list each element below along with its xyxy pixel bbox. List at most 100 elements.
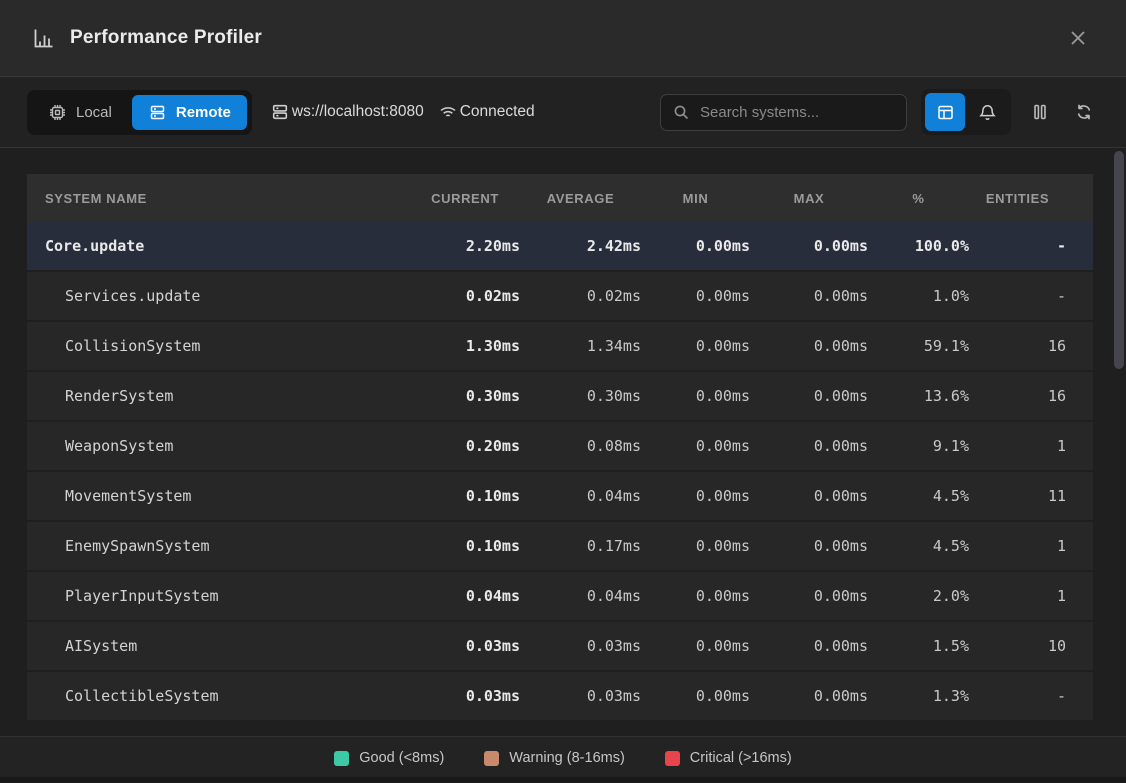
- entities-cell: -: [969, 287, 1066, 305]
- system-name-cell: CollectibleSystem: [27, 687, 410, 705]
- max-cell: 0.00ms: [750, 287, 868, 305]
- legend-item: Good (<8ms): [334, 750, 444, 766]
- column-header[interactable]: MIN: [641, 191, 750, 206]
- current-cell: 0.02ms: [410, 287, 520, 305]
- pause-icon: [1030, 102, 1050, 122]
- titlebar: Performance Profiler: [0, 0, 1126, 77]
- min-cell: 0.00ms: [641, 437, 750, 455]
- legend-item: Critical (>16ms): [665, 750, 792, 766]
- table-row[interactable]: MovementSystem 0.10ms 0.04ms 0.00ms 0.00…: [27, 472, 1093, 520]
- connection-url: ws://localhost:8080: [270, 102, 424, 122]
- min-cell: 0.00ms: [641, 537, 750, 555]
- max-cell: 0.00ms: [750, 687, 868, 705]
- table-row[interactable]: RenderSystem 0.30ms 0.30ms 0.00ms 0.00ms…: [27, 372, 1093, 420]
- average-cell: 2.42ms: [520, 237, 641, 255]
- min-cell: 0.00ms: [641, 687, 750, 705]
- performance-profiler-window: Performance Profiler Local: [0, 0, 1126, 783]
- search-input[interactable]: [700, 104, 894, 121]
- average-cell: 0.03ms: [520, 637, 641, 655]
- percent-cell: 2.0%: [868, 587, 969, 605]
- table-row[interactable]: CollisionSystem 1.30ms 1.34ms 0.00ms 0.0…: [27, 322, 1093, 370]
- table-row[interactable]: Core.update 2.20ms 2.42ms 0.00ms 0.00ms …: [27, 222, 1093, 270]
- bar-chart-icon: [32, 27, 54, 49]
- entities-cell: 1: [969, 437, 1066, 455]
- pause-button[interactable]: [1025, 93, 1055, 131]
- refresh-icon: [1074, 102, 1094, 122]
- table-row[interactable]: CollectibleSystem 0.03ms 0.03ms 0.00ms 0…: [27, 672, 1093, 720]
- table-row[interactable]: WeaponSystem 0.20ms 0.08ms 0.00ms 0.00ms…: [27, 422, 1093, 470]
- systems-table: SYSTEM NAME CURRENT AVERAGE MIN MAX % EN…: [27, 174, 1093, 720]
- column-header[interactable]: ENTITIES: [969, 191, 1066, 206]
- local-mode-button[interactable]: Local: [32, 95, 128, 130]
- table-header: SYSTEM NAME CURRENT AVERAGE MIN MAX % EN…: [27, 174, 1093, 222]
- content-area: SYSTEM NAME CURRENT AVERAGE MIN MAX % EN…: [0, 148, 1126, 736]
- connection-mode-switch: Local Remote: [27, 90, 252, 135]
- table-view-icon: [936, 103, 955, 122]
- min-cell: 0.00ms: [641, 337, 750, 355]
- view-toggle-group: [921, 89, 1011, 135]
- toolbar: Local Remote: [0, 77, 1126, 148]
- current-cell: 0.03ms: [410, 687, 520, 705]
- table-row[interactable]: EnemySpawnSystem 0.10ms 0.17ms 0.00ms 0.…: [27, 522, 1093, 570]
- entities-cell: 1: [969, 537, 1066, 555]
- min-cell: 0.00ms: [641, 487, 750, 505]
- scrollbar-thumb[interactable]: [1114, 151, 1124, 369]
- legend-label: Warning (8-16ms): [509, 750, 625, 766]
- system-name-cell: PlayerInputSystem: [27, 587, 410, 605]
- column-header[interactable]: MAX: [750, 191, 868, 206]
- search-box: [660, 94, 907, 131]
- page-title: Performance Profiler: [70, 27, 262, 49]
- entities-cell: 16: [969, 387, 1066, 405]
- refresh-button[interactable]: [1069, 93, 1099, 131]
- remote-mode-button[interactable]: Remote: [132, 95, 247, 130]
- average-cell: 0.04ms: [520, 587, 641, 605]
- toolbar-right: [660, 89, 1099, 135]
- current-cell: 0.30ms: [410, 387, 520, 405]
- column-header[interactable]: AVERAGE: [520, 191, 641, 206]
- table-body: Core.update 2.20ms 2.42ms 0.00ms 0.00ms …: [27, 222, 1093, 720]
- entities-cell: 11: [969, 487, 1066, 505]
- connection-status: Connected: [438, 102, 535, 122]
- scrollbar-track: [1112, 148, 1126, 736]
- column-header[interactable]: SYSTEM NAME: [27, 191, 410, 206]
- system-name-cell: Services.update: [27, 287, 410, 305]
- legend-swatch: [334, 751, 349, 766]
- max-cell: 0.00ms: [750, 387, 868, 405]
- system-name-cell: CollisionSystem: [27, 337, 410, 355]
- max-cell: 0.00ms: [750, 587, 868, 605]
- average-cell: 1.34ms: [520, 337, 641, 355]
- percent-cell: 1.0%: [868, 287, 969, 305]
- table-row[interactable]: AISystem 0.03ms 0.03ms 0.00ms 0.00ms 1.5…: [27, 622, 1093, 670]
- connection-info: ws://localhost:8080 Connected: [270, 102, 535, 122]
- min-cell: 0.00ms: [641, 587, 750, 605]
- max-cell: 0.00ms: [750, 537, 868, 555]
- search-icon: [673, 104, 690, 121]
- percent-cell: 4.5%: [868, 537, 969, 555]
- table-view-button[interactable]: [925, 93, 965, 131]
- column-header[interactable]: CURRENT: [410, 191, 520, 206]
- entities-cell: 10: [969, 637, 1066, 655]
- notifications-button[interactable]: [967, 93, 1007, 131]
- min-cell: 0.00ms: [641, 287, 750, 305]
- cpu-chip-icon: [48, 103, 67, 122]
- min-cell: 0.00ms: [641, 637, 750, 655]
- max-cell: 0.00ms: [750, 237, 868, 255]
- legend-label: Critical (>16ms): [690, 750, 792, 766]
- local-label: Local: [76, 104, 112, 121]
- system-name-cell: RenderSystem: [27, 387, 410, 405]
- system-name-cell: AISystem: [27, 637, 410, 655]
- percent-cell: 4.5%: [868, 487, 969, 505]
- percent-cell: 9.1%: [868, 437, 969, 455]
- max-cell: 0.00ms: [750, 487, 868, 505]
- legend-swatch: [484, 751, 499, 766]
- wifi-icon: [438, 102, 458, 122]
- column-header[interactable]: %: [868, 191, 969, 206]
- max-cell: 0.00ms: [750, 637, 868, 655]
- min-cell: 0.00ms: [641, 237, 750, 255]
- legend-item: Warning (8-16ms): [484, 750, 625, 766]
- table-row[interactable]: PlayerInputSystem 0.04ms 0.04ms 0.00ms 0…: [27, 572, 1093, 620]
- min-cell: 0.00ms: [641, 387, 750, 405]
- percent-cell: 1.3%: [868, 687, 969, 705]
- table-row[interactable]: Services.update 0.02ms 0.02ms 0.00ms 0.0…: [27, 272, 1093, 320]
- close-button[interactable]: [1062, 22, 1094, 54]
